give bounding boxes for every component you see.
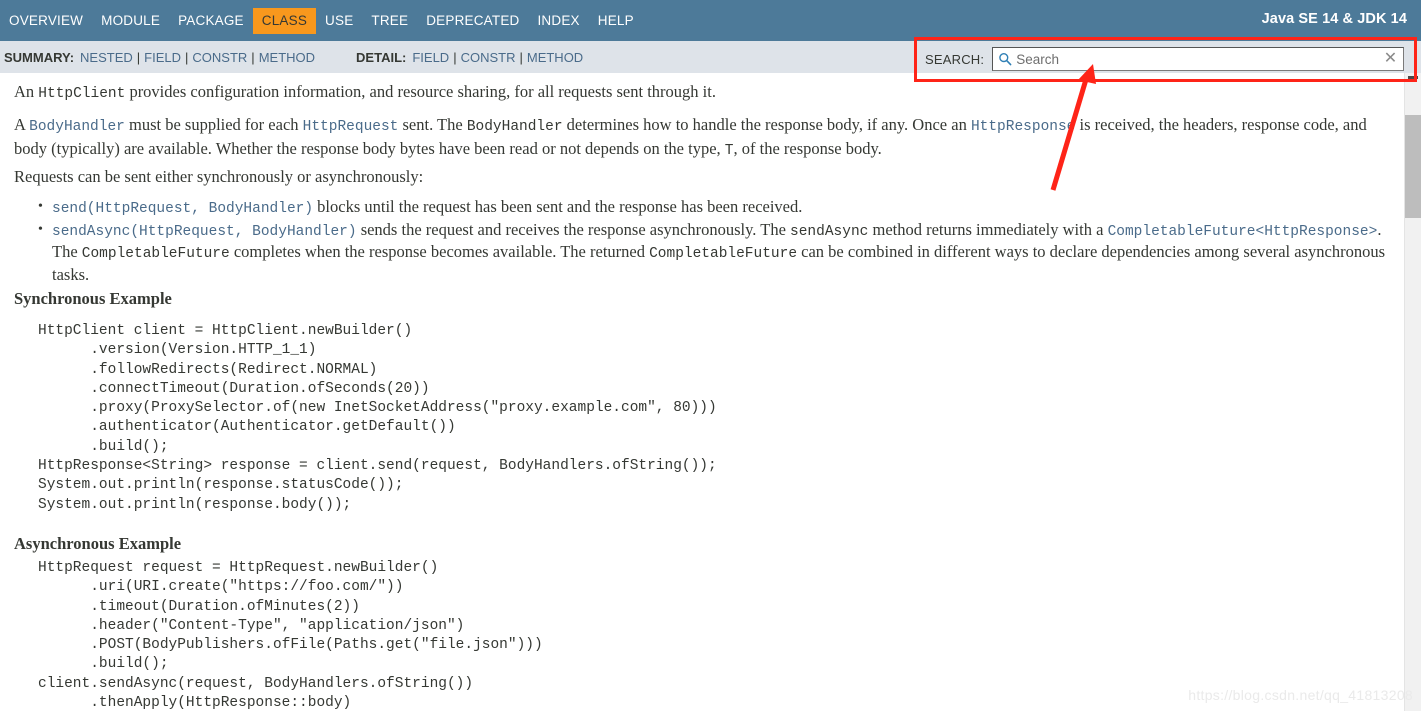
nav-item-deprecated[interactable]: DEPRECATED (417, 8, 528, 34)
nav-item-module[interactable]: MODULE (92, 8, 169, 34)
nav-item-class[interactable]: CLASS (252, 7, 317, 34)
search-input[interactable]: Search ✕ (992, 47, 1405, 71)
nav-item-index[interactable]: INDEX (528, 8, 588, 34)
detail-separator: | (519, 49, 523, 65)
text-run: sends the request and receives the respo… (356, 219, 791, 239)
summary-detail-links: SUMMARY: NESTED | FIELD | CONSTR | METHOD DETAIL… (4, 41, 584, 73)
send-methods-list: send(HttpRequest, BodyHandler) blocks un… (14, 197, 1397, 284)
synchronous-example-code: HttpClient client = HttpClient.newBuilde… (38, 323, 717, 513)
nav-item-use[interactable]: USE (316, 8, 362, 34)
search-label: SEARCH: (925, 51, 985, 67)
text-run: blocks until the request has been sent a… (313, 197, 803, 216)
search-icon (998, 52, 1012, 66)
paragraph-requests-intro: Requests can be sent either synchronousl… (14, 167, 424, 186)
scroll-up-arrow-icon[interactable] (1405, 73, 1421, 81)
detail-link-field[interactable]: FIELD (412, 50, 449, 65)
text-run: must be supplied for each (124, 115, 303, 134)
nav-item-overview[interactable]: OVERVIEW (0, 8, 92, 34)
summary-separator: | (185, 49, 189, 65)
summary-label: SUMMARY: (4, 49, 75, 65)
paragraph-httpclient-intro: An HttpClient provides configuration inf… (14, 81, 1384, 105)
text-run: A (14, 115, 30, 134)
summary-link-constr[interactable]: CONSTR (192, 50, 247, 65)
code-span: BodyHandler (466, 119, 563, 135)
text-run: , of the response body. (733, 139, 882, 158)
detail-separator: | (453, 49, 457, 65)
javadoc-page: OVERVIEW MODULE PACKAGE CLASS USE TREE DEPRECA… (0, 0, 1421, 711)
code-span: HttpClient (38, 86, 126, 102)
summary-link-method[interactable]: METHOD (259, 50, 315, 65)
search-area: SEARCH: Search ✕ (925, 46, 1405, 72)
code-link[interactable]: HttpResponse (971, 119, 1075, 135)
nav-item-tree[interactable]: TREE (362, 8, 417, 34)
search-placeholder-text: Search (1016, 51, 1059, 67)
synchronous-example-heading: Synchronous Example (14, 289, 172, 308)
nav-item-package[interactable]: PACKAGE (169, 8, 253, 34)
code-span: CompletableFuture (81, 246, 230, 262)
watermark: https://blog.csdn.net/qq_41813208 (1188, 687, 1413, 703)
nav-item-list: OVERVIEW MODULE PACKAGE CLASS USE TREE DEPRECA… (0, 0, 643, 41)
summary-separator: | (136, 49, 141, 65)
list-item: sendAsync(HttpRequest, BodyHandler) send… (38, 219, 1397, 285)
class-description-content: An HttpClient provides configuration inf… (0, 73, 1404, 711)
top-navigation-bar: OVERVIEW MODULE PACKAGE CLASS USE TREE DEPRECA… (0, 0, 1421, 41)
close-icon[interactable]: ✕ (1384, 51, 1397, 67)
vertical-scrollbar[interactable] (1404, 73, 1421, 711)
code-link[interactable]: send(HttpRequest, BodyHandler) (52, 201, 313, 217)
text-run: completes when the response becomes avai… (229, 242, 650, 261)
summary-link-field[interactable]: FIELD (144, 50, 181, 65)
scrollbar-thumb[interactable] (1405, 115, 1421, 218)
text-run: sent. The (398, 115, 467, 134)
summary-link-nested[interactable]: NESTED (80, 50, 133, 65)
list-item: send(HttpRequest, BodyHandler) blocks un… (38, 197, 1397, 220)
text-run: provides configuration information, and … (125, 82, 716, 101)
code-link[interactable]: HttpRequest (303, 119, 399, 135)
text-run: An (14, 82, 39, 101)
code-link[interactable]: BodyHandler (29, 119, 125, 135)
code-span: CompletableFuture (649, 246, 798, 262)
detail-link-method[interactable]: METHOD (527, 50, 583, 65)
text-run: determines how to handle the response bo… (562, 115, 971, 134)
code-link[interactable]: sendAsync(HttpRequest, BodyHandler) (52, 224, 357, 240)
text-run: method returns immediately with a (868, 219, 1108, 239)
asynchronous-example-heading: Asynchronous Example (14, 534, 182, 553)
code-span: sendAsync (790, 223, 869, 240)
summary-separator: | (251, 49, 255, 65)
release-title: Java SE 14 & JDK 14 (1261, 11, 1407, 27)
detail-label: DETAIL: (356, 49, 407, 65)
nav-item-help[interactable]: HELP (589, 8, 643, 34)
paragraph-bodyhandler: A BodyHandler must be supplied for each … (14, 114, 1374, 162)
code-link[interactable]: CompletableFuture<HttpResponse> (1108, 224, 1378, 240)
asynchronous-example-code: HttpRequest request = HttpRequest.newBui… (38, 560, 543, 711)
detail-link-constr[interactable]: CONSTR (461, 50, 516, 65)
